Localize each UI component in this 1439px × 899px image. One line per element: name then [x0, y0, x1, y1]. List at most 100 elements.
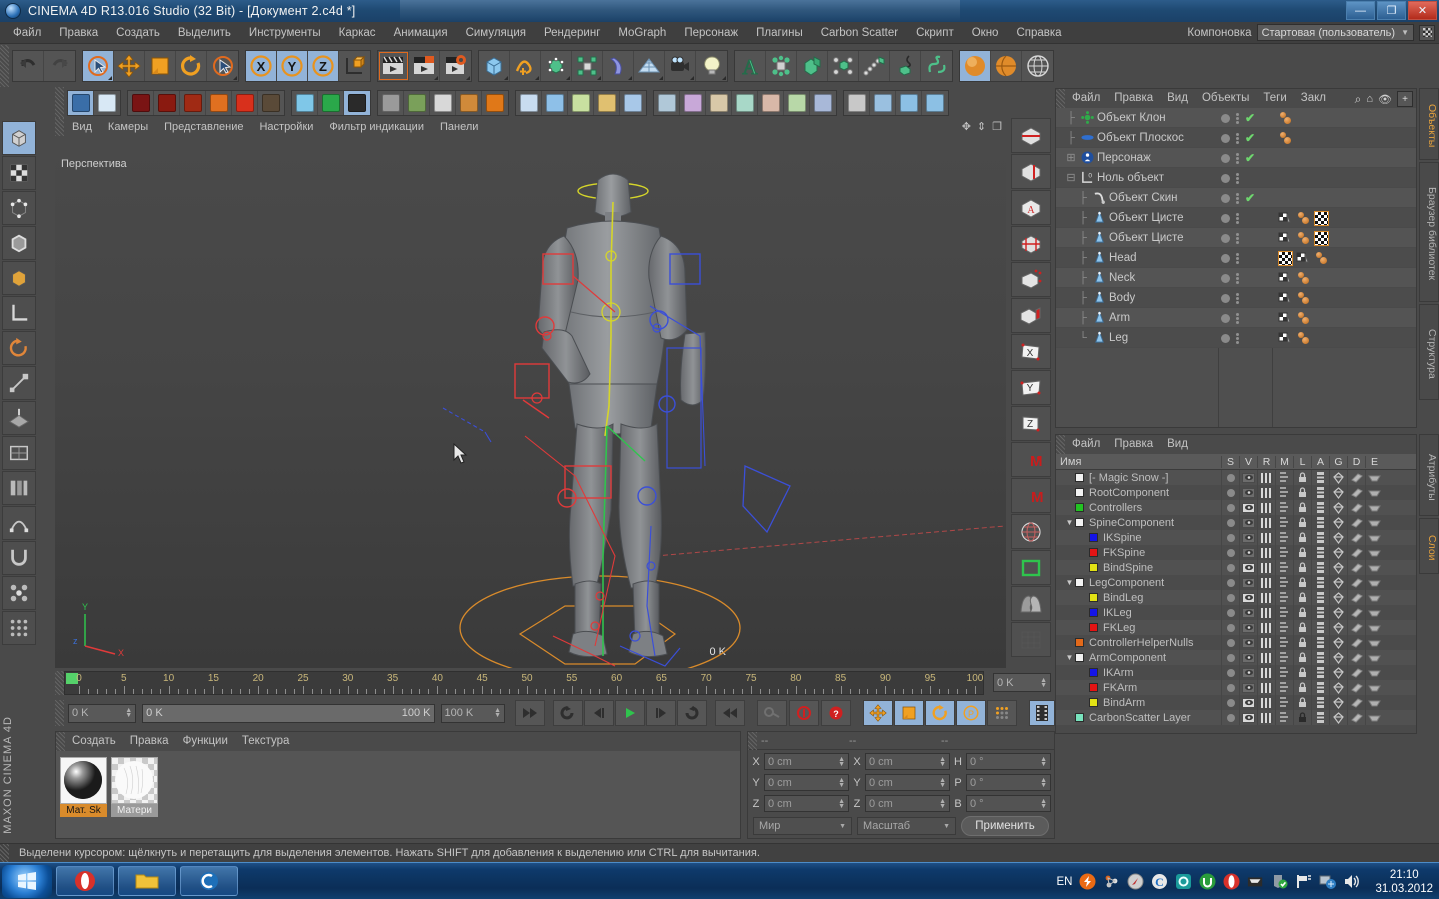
material-ball2-icon[interactable] [991, 51, 1022, 81]
expression-icon[interactable] [1365, 680, 1383, 695]
layer-toggles[interactable] [1221, 695, 1383, 710]
spinner-icon[interactable]: ▲▼ [939, 799, 946, 809]
generator-icon[interactable] [1329, 485, 1347, 500]
scale-icon[interactable] [145, 51, 176, 81]
generator-icon[interactable] [1329, 665, 1347, 680]
deformer-icon[interactable] [1347, 650, 1365, 665]
menu-item-симуляция[interactable]: Симуляция [457, 22, 535, 44]
expression-icon[interactable] [1365, 470, 1383, 485]
menu-item-mograph[interactable]: MoGraph [609, 22, 675, 44]
deformer-icon[interactable] [1347, 680, 1365, 695]
bevel-icon[interactable] [810, 91, 836, 115]
start-orb-icon[interactable] [2, 865, 52, 898]
weight-tag-icon[interactable] [1278, 271, 1293, 286]
layer-color-swatch[interactable] [1089, 623, 1098, 632]
lock-icon[interactable] [1293, 560, 1311, 575]
visibility-dot-icon[interactable] [1221, 134, 1230, 143]
polys-icon[interactable] [2, 261, 36, 295]
layer-row[interactable]: CarbonScatter Layer [1056, 710, 1416, 725]
object-row[interactable]: ├Neck [1056, 268, 1416, 288]
menu-item-каркас[interactable]: Каркас [330, 22, 385, 44]
autokey-icon[interactable] [789, 700, 819, 726]
layer-header-g[interactable]: G [1329, 456, 1347, 468]
object-row[interactable]: ├Body [1056, 288, 1416, 308]
solo-dot-icon[interactable] [1221, 530, 1239, 545]
view-eye-icon[interactable] [1239, 575, 1257, 590]
view-eye-icon[interactable] [1239, 605, 1257, 620]
deformer-icon[interactable] [1347, 665, 1365, 680]
layer-color-swatch[interactable] [1075, 518, 1084, 527]
spinner-icon[interactable]: ▲▼ [939, 778, 946, 788]
position-x-field[interactable]: 0 cm▲▼ [764, 753, 849, 770]
sidetab-objects[interactable]: Объекты [1419, 88, 1439, 160]
select-free-icon[interactable] [207, 51, 238, 81]
tree-expander-icon[interactable]: ├ [1074, 252, 1092, 264]
spinner-icon[interactable]: ▲▼ [1040, 799, 1047, 809]
lock-icon[interactable] [1293, 710, 1311, 725]
menu-item-правка[interactable]: Правка [50, 22, 107, 44]
object-row[interactable]: ├Arm [1056, 308, 1416, 328]
render-icon[interactable] [1257, 680, 1275, 695]
view-eye-icon[interactable] [1239, 710, 1257, 725]
object-row[interactable]: ⊟0Ноль объект [1056, 168, 1416, 188]
enable-dots-icon[interactable] [1236, 273, 1239, 284]
material-item-1[interactable]: Матери [111, 757, 158, 817]
object-visibility-dots[interactable] [1221, 228, 1239, 248]
view-eye-icon[interactable] [1239, 500, 1257, 515]
material-manager-grip[interactable] [56, 732, 65, 751]
animation-icon[interactable] [1311, 710, 1329, 725]
spinner-icon[interactable]: ▲▼ [125, 708, 132, 718]
weight-tag-icon[interactable] [1278, 311, 1293, 326]
turbulence-icon[interactable] [292, 91, 318, 115]
slice-x-icon[interactable] [1011, 118, 1051, 153]
visibility-dot-icon[interactable] [1221, 314, 1230, 323]
object-visibility-dots[interactable]: ✔ [1221, 188, 1255, 208]
spinner-icon[interactable]: ▲▼ [494, 708, 501, 718]
view-eye-icon[interactable] [1239, 635, 1257, 650]
generator-icon[interactable] [1329, 620, 1347, 635]
loop-icon[interactable] [677, 700, 707, 726]
shield-check-icon[interactable] [1271, 873, 1288, 890]
visibility-dot-icon[interactable] [1221, 274, 1230, 283]
lock-icon[interactable] [1293, 515, 1311, 530]
deformer-icon[interactable] [1347, 485, 1365, 500]
menu-item-окно[interactable]: Окно [963, 22, 1008, 44]
rotate-tool-icon[interactable] [2, 331, 36, 365]
magnet-icon[interactable] [2, 576, 36, 610]
layer-toggles[interactable] [1221, 665, 1383, 680]
object-tags[interactable] [1278, 230, 1329, 246]
layer-expander-icon[interactable]: ▼ [1064, 578, 1075, 587]
material-ball-icon[interactable] [960, 51, 991, 81]
generator-icon[interactable] [1329, 470, 1347, 485]
weight-tag-icon[interactable] [1296, 251, 1311, 266]
tree-expander-icon[interactable]: ├ [1062, 132, 1080, 144]
visibility-dot-icon[interactable] [1221, 194, 1230, 203]
flash-icon[interactable] [1079, 873, 1096, 890]
object-visibility-dots[interactable] [1221, 168, 1239, 188]
enable-dots-icon[interactable] [1236, 253, 1239, 264]
frame-icon[interactable] [1011, 550, 1051, 585]
move-key-icon[interactable] [863, 700, 893, 726]
coord-space-dropdown[interactable]: Мир ▼ [753, 817, 852, 835]
layer-color-swatch[interactable] [1089, 698, 1098, 707]
position-z-field[interactable]: 0 cm▲▼ [764, 795, 849, 812]
view-eye-icon[interactable] [1239, 650, 1257, 665]
animation-icon[interactable] [1311, 485, 1329, 500]
layer-row[interactable]: IKArm [1056, 665, 1416, 680]
layer-row[interactable]: ▼ArmComponent [1056, 650, 1416, 665]
manager-icon[interactable] [1275, 560, 1293, 575]
deformer-icon[interactable] [1347, 635, 1365, 650]
grid-icon[interactable] [1011, 622, 1051, 657]
layer-expander-icon[interactable]: ▼ [1064, 518, 1075, 527]
film-t-icon[interactable] [344, 91, 370, 115]
tree-expander-icon[interactable]: ├ [1062, 112, 1080, 124]
solo-dot-icon[interactable] [1221, 575, 1239, 590]
lock-icon[interactable] [1293, 695, 1311, 710]
generator-icon[interactable] [1329, 635, 1347, 650]
lock-icon[interactable] [1293, 650, 1311, 665]
render-queue-icon[interactable] [844, 91, 870, 115]
position-y-field[interactable]: 0 cm▲▼ [764, 774, 849, 791]
object-row[interactable]: ├Объект Плоскос✔ [1056, 128, 1416, 148]
checker-sphere-icon[interactable] [430, 91, 456, 115]
eye-icon[interactable]: 👁 [1378, 93, 1392, 106]
